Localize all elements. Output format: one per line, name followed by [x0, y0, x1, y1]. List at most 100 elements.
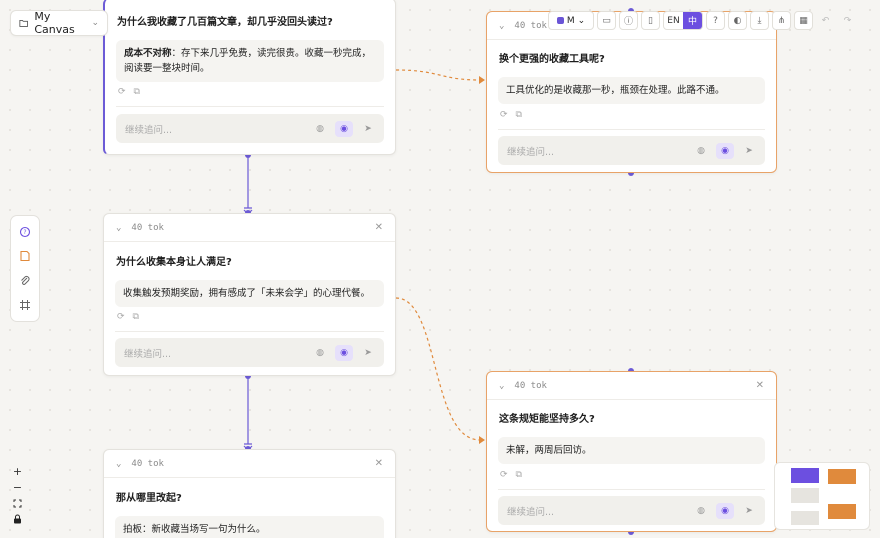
followup-placeholder: 继续追问...: [125, 124, 173, 136]
lang-zh-button[interactable]: 中: [683, 12, 702, 29]
theme-button[interactable]: ◐: [728, 11, 747, 30]
canvas-selector[interactable]: My Canvas ⌄: [10, 10, 108, 36]
refresh-icon[interactable]: ⟳: [500, 470, 508, 480]
card-header: ⌄ 40 tok ✕: [487, 372, 776, 400]
file-icon: ▯: [648, 15, 653, 26]
lang-en-button[interactable]: EN: [664, 12, 683, 29]
refresh-icon[interactable]: ⟳: [500, 110, 508, 120]
info-icon: ⓘ: [623, 17, 633, 27]
file-button[interactable]: ▯: [641, 11, 660, 30]
token-count: 40 tok: [514, 380, 547, 391]
close-icon[interactable]: ✕: [375, 458, 383, 469]
card-header: ⌄ 40 tok ✕: [104, 214, 395, 242]
chat-bubble-icon: ?: [19, 227, 31, 238]
share-button[interactable]: ⋔: [772, 11, 791, 30]
help-button[interactable]: ?: [706, 11, 725, 30]
note-tool-button[interactable]: [15, 246, 35, 266]
chat-card-1[interactable]: 为什么我收藏了几百篇文章，却几乎没回头读过? 成本不对称：存下来几乎免费，读完很…: [103, 0, 396, 155]
chevron-down-icon[interactable]: ⌄: [499, 381, 504, 391]
paperclip-icon: [21, 275, 30, 285]
canvas-name: My Canvas: [34, 10, 75, 36]
info-button[interactable]: ⓘ: [619, 11, 638, 30]
send-icon[interactable]: ➤: [361, 124, 375, 134]
send-icon[interactable]: ➤: [742, 146, 756, 156]
followup-placeholder: 继续追问...: [507, 146, 555, 158]
card-question: 换个更强的收藏工具呢?: [499, 54, 605, 65]
brain-icon[interactable]: ◉: [335, 344, 353, 361]
token-count: 40 tok: [131, 222, 164, 233]
chevron-down-icon: ⌄: [91, 18, 99, 28]
brain-icon[interactable]: ◉: [716, 502, 734, 519]
globe-icon[interactable]: ◍: [694, 506, 708, 516]
followup-placeholder: 继续追问...: [124, 348, 172, 360]
minimap[interactable]: [774, 462, 870, 530]
undo-button[interactable]: ↶: [816, 11, 835, 30]
undo-icon: ↶: [821, 15, 830, 26]
card-answer: 收集触发预期奖励，拥有感成了「未来会学」的心理代餐。: [115, 280, 384, 307]
send-icon[interactable]: ➤: [742, 506, 756, 516]
followup-input[interactable]: 继续追问... ◍ ◉ ➤: [115, 338, 384, 367]
close-icon[interactable]: ✕: [756, 380, 764, 391]
redo-button[interactable]: ↷: [838, 11, 857, 30]
copy-icon[interactable]: ⧉: [516, 110, 522, 120]
attach-tool-button[interactable]: [15, 271, 35, 291]
followup-input[interactable]: 继续追问... ◍ ◉ ➤: [498, 496, 765, 525]
left-toolbar: ?: [10, 215, 40, 322]
language-toggle[interactable]: EN 中: [663, 11, 703, 30]
followup-input[interactable]: 继续追问... ◍ ◉ ➤: [498, 136, 765, 165]
chevron-down-icon[interactable]: ⌄: [116, 223, 121, 233]
chat-card-4[interactable]: ⌄ 40 tok ✕ 这条规矩能坚持多久? 未解，两周后回访。 ⟳ ⧉ 继续追问…: [486, 371, 777, 532]
help-icon: ?: [713, 15, 718, 26]
globe-icon[interactable]: ◍: [694, 146, 708, 156]
minimap-node: [791, 488, 819, 503]
card-question: 这条规矩能坚持多久?: [499, 414, 595, 425]
globe-icon[interactable]: ◍: [313, 348, 327, 358]
svg-text:?: ?: [23, 229, 26, 236]
copy-icon[interactable]: ⧉: [133, 312, 139, 322]
model-icon: [556, 17, 564, 24]
zoom-in-button[interactable]: +: [10, 464, 25, 478]
refresh-icon[interactable]: ⟳: [117, 312, 125, 322]
copy-icon[interactable]: ⧉: [516, 470, 522, 480]
grid-icon: ▦: [799, 15, 808, 26]
card-answer: 未解，两周后回访。: [498, 437, 765, 464]
redo-icon: ↷: [843, 15, 852, 26]
folder-export-button[interactable]: ▭: [597, 11, 616, 30]
frame-tool-button[interactable]: [15, 295, 35, 315]
copy-icon[interactable]: ⧉: [134, 87, 140, 97]
chat-card-3[interactable]: ⌄ 40 tok ✕ 为什么收集本身让人满足? 收集触发预期奖励，拥有感成了「未…: [103, 213, 396, 376]
token-count: 40 tok: [131, 458, 164, 469]
fit-view-button[interactable]: [10, 496, 25, 510]
download-icon: ⤓: [757, 15, 762, 26]
chevron-down-icon[interactable]: ⌄: [116, 459, 121, 469]
globe-icon[interactable]: ◍: [313, 124, 327, 134]
frame-icon: [20, 299, 30, 310]
chevron-down-icon[interactable]: ⌄: [499, 21, 504, 31]
chat-tool-button[interactable]: ?: [15, 222, 35, 242]
token-count: 40 tok: [514, 20, 547, 31]
card-question: 为什么我收藏了几百篇文章，却几乎没回头读过?: [117, 17, 333, 28]
chevron-down-icon: ⌄: [577, 15, 586, 26]
brain-icon[interactable]: ◉: [716, 142, 734, 159]
chat-card-5[interactable]: ⌄ 40 tok ✕ 那从哪里改起? 拍板：新收藏当场写一句为什么。: [103, 449, 396, 538]
minimap-node: [828, 504, 856, 519]
lock-icon: [14, 514, 21, 524]
zoom-out-button[interactable]: −: [10, 480, 25, 494]
lock-button[interactable]: [10, 512, 25, 526]
chat-card-2[interactable]: ⌄ 40 tok 换个更强的收藏工具呢? 工具优化的是收藏那一秒，瓶颈在处理。此…: [486, 11, 777, 173]
answer-emphasis: 成本不对称: [124, 48, 172, 59]
card-header: ⌄ 40 tok ✕: [104, 450, 395, 478]
card-answer: 工具优化的是收藏那一秒，瓶颈在处理。此路不通。: [498, 77, 765, 104]
note-icon: [20, 251, 30, 262]
zoom-controls: + −: [10, 464, 25, 526]
followup-input[interactable]: 继续追问... ◍ ◉ ➤: [116, 114, 384, 143]
close-icon[interactable]: ✕: [375, 222, 383, 233]
refresh-icon[interactable]: ⟳: [118, 87, 126, 97]
top-toolbar: M ⌄ ▭ ⓘ ▯ EN 中 ? ◐ ⤓ ⋔ ▦ ↶ ↷: [548, 10, 857, 31]
grid-button[interactable]: ▦: [794, 11, 813, 30]
brain-icon[interactable]: ◉: [335, 120, 353, 137]
theme-icon: ◐: [733, 15, 742, 26]
download-button[interactable]: ⤓: [750, 11, 769, 30]
model-select[interactable]: M ⌄: [548, 11, 594, 30]
send-icon[interactable]: ➤: [361, 348, 375, 358]
